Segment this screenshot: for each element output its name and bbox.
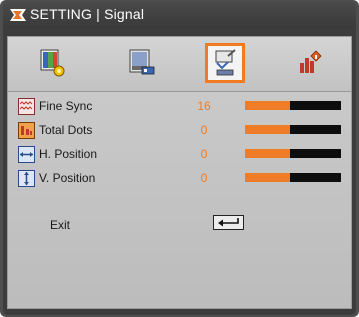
osd-menu: SETTING | Signal Fine Sync 16 Total Dots… (0, 0, 359, 317)
total-dots-label: Total Dots (39, 123, 93, 137)
fine-sync-value: 16 (197, 99, 211, 113)
h-position-value: 0 (200, 147, 208, 161)
fine-sync-icon (18, 98, 35, 115)
brand-logo-icon (10, 9, 26, 21)
fine-sync-label: Fine Sync (39, 99, 93, 113)
v-position-slider[interactable] (245, 173, 341, 182)
tab-setup-signal[interactable] (205, 43, 245, 83)
v-position-row[interactable]: V. Position 0 (8, 168, 353, 190)
v-position-slider-fill (245, 173, 291, 182)
display-settings-icon (129, 49, 155, 75)
h-position-slider[interactable] (245, 149, 341, 158)
total-dots-slider-fill (245, 125, 291, 134)
tab-bar (7, 36, 352, 92)
total-dots-row[interactable]: Total Dots 0 (8, 120, 353, 142)
exit-label[interactable]: Exit (50, 218, 70, 232)
image-settings-icon (40, 49, 65, 77)
title-bar: SETTING | Signal (3, 2, 356, 28)
enter-key-icon (218, 218, 239, 227)
fine-sync-slider[interactable] (245, 101, 341, 110)
v-position-icon (18, 170, 35, 187)
tab-options[interactable] (291, 43, 331, 83)
tab-image-settings[interactable] (31, 43, 71, 83)
menu-title: SETTING | Signal (30, 6, 145, 22)
fine-sync-slider-fill (245, 101, 291, 110)
tab-display-settings[interactable] (121, 43, 161, 83)
h-position-icon (18, 146, 35, 163)
v-position-label: V. Position (39, 171, 96, 185)
total-dots-value: 0 (200, 123, 208, 137)
exit-button[interactable] (213, 215, 244, 230)
options-icon (300, 50, 322, 73)
total-dots-slider[interactable] (245, 125, 341, 134)
v-position-value: 0 (200, 171, 208, 185)
h-position-label: H. Position (39, 147, 98, 161)
total-dots-icon (18, 122, 35, 139)
setup-signal-icon (215, 49, 236, 76)
settings-list: Fine Sync 16 Total Dots 0 H. Position 0 … (7, 92, 352, 309)
h-position-row[interactable]: H. Position 0 (8, 144, 353, 166)
fine-sync-row[interactable]: Fine Sync 16 (8, 96, 353, 118)
h-position-slider-fill (245, 149, 291, 158)
